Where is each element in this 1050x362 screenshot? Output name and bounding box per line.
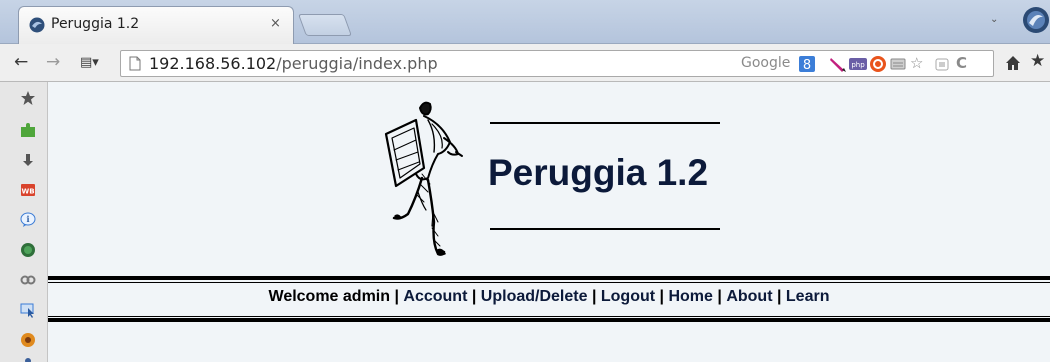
download-icon[interactable]: [20, 152, 36, 168]
nav-link-about[interactable]: About: [726, 288, 772, 305]
apps-menu-button[interactable]: ▤▾: [80, 55, 99, 70]
search-engine-label: Google: [741, 55, 791, 71]
url-text[interactable]: 192.168.56.102/peruggia/index.php: [149, 54, 438, 73]
tab-strip: Peruggia 1.2 × ⌄: [0, 0, 1050, 45]
url-host: 192.168.56.102: [149, 54, 277, 73]
info-icon[interactable]: i: [20, 212, 36, 228]
extension-box-icon[interactable]: [933, 55, 951, 73]
home-icon[interactable]: [1004, 54, 1022, 72]
welcome-message: Welcome admin: [268, 288, 391, 305]
browser-tab[interactable]: Peruggia 1.2 ×: [18, 6, 294, 45]
nav-separator: |: [717, 288, 722, 305]
nav-bar: Welcome admin | Account | Upload/Delete …: [48, 288, 1050, 306]
nav-divider: [48, 318, 1050, 322]
man-carrying-painting-logo: [384, 101, 463, 256]
site-title: Peruggia 1.2: [488, 152, 709, 193]
header-divider: [48, 276, 1050, 280]
svg-text:php: php: [851, 61, 865, 69]
nav-link-home[interactable]: Home: [668, 288, 712, 305]
address-bar[interactable]: 192.168.56.102/peruggia/index.php Google…: [120, 50, 994, 77]
svg-text:WB: WB: [21, 188, 34, 196]
nav-link-learn[interactable]: Learn: [786, 288, 830, 305]
browser-toolbar: ← → ▤▾ 192.168.56.102/peruggia/index.php…: [0, 44, 1050, 82]
pointer-icon[interactable]: [20, 302, 36, 318]
nav-separator: |: [776, 288, 782, 305]
star-icon[interactable]: [20, 90, 36, 106]
chevron-down-icon[interactable]: ⌄: [990, 14, 998, 25]
user-icon[interactable]: [20, 356, 36, 362]
nav-link-account[interactable]: Account: [403, 288, 467, 305]
nav-separator: |: [591, 288, 597, 305]
nav-link-upload-delete[interactable]: Upload/Delete: [481, 288, 588, 305]
nav-separator: |: [471, 288, 477, 305]
nav-divider-thin: [48, 316, 1050, 317]
star-bookmark-icon[interactable]: ☆: [910, 54, 923, 72]
favicon-icon: [29, 17, 45, 33]
pen-icon[interactable]: [829, 55, 847, 73]
google-search-icon[interactable]: 8: [798, 55, 816, 73]
wb-icon[interactable]: WB: [20, 182, 36, 198]
ubuntu-icon[interactable]: [869, 55, 887, 73]
nav-separator: |: [659, 288, 665, 305]
header-divider-thin: [48, 282, 1050, 283]
forward-button[interactable]: →: [46, 52, 60, 72]
title-rule-top: [490, 122, 720, 124]
server-icon[interactable]: [889, 55, 907, 73]
bookmark-star-icon[interactable]: ★: [1030, 51, 1045, 71]
back-button[interactable]: ←: [14, 52, 28, 72]
puzzle-icon[interactable]: [20, 122, 36, 138]
tab-title: Peruggia 1.2: [51, 16, 140, 32]
title-rule-bottom: [490, 228, 720, 230]
tab-close-icon[interactable]: ×: [270, 16, 281, 31]
page-content: Peruggia 1.2 Welcome admin | Account | U…: [48, 82, 1050, 362]
url-path: /peruggia/index.php: [276, 54, 438, 73]
bug-icon[interactable]: [20, 332, 36, 348]
nav-separator: |: [394, 288, 399, 305]
reload-icon[interactable]: C: [956, 54, 967, 72]
new-tab-button[interactable]: [297, 14, 353, 36]
shield-icon[interactable]: [20, 242, 36, 258]
svg-text:8: 8: [803, 58, 811, 73]
php-icon[interactable]: php: [849, 55, 867, 73]
nav-link-logout[interactable]: Logout: [601, 288, 655, 305]
extensions-sidebar: WB i: [0, 82, 48, 362]
page-icon: [129, 56, 141, 71]
profile-icon[interactable]: [1022, 6, 1050, 34]
svg-text:i: i: [26, 214, 29, 224]
link-icon[interactable]: [20, 272, 36, 288]
